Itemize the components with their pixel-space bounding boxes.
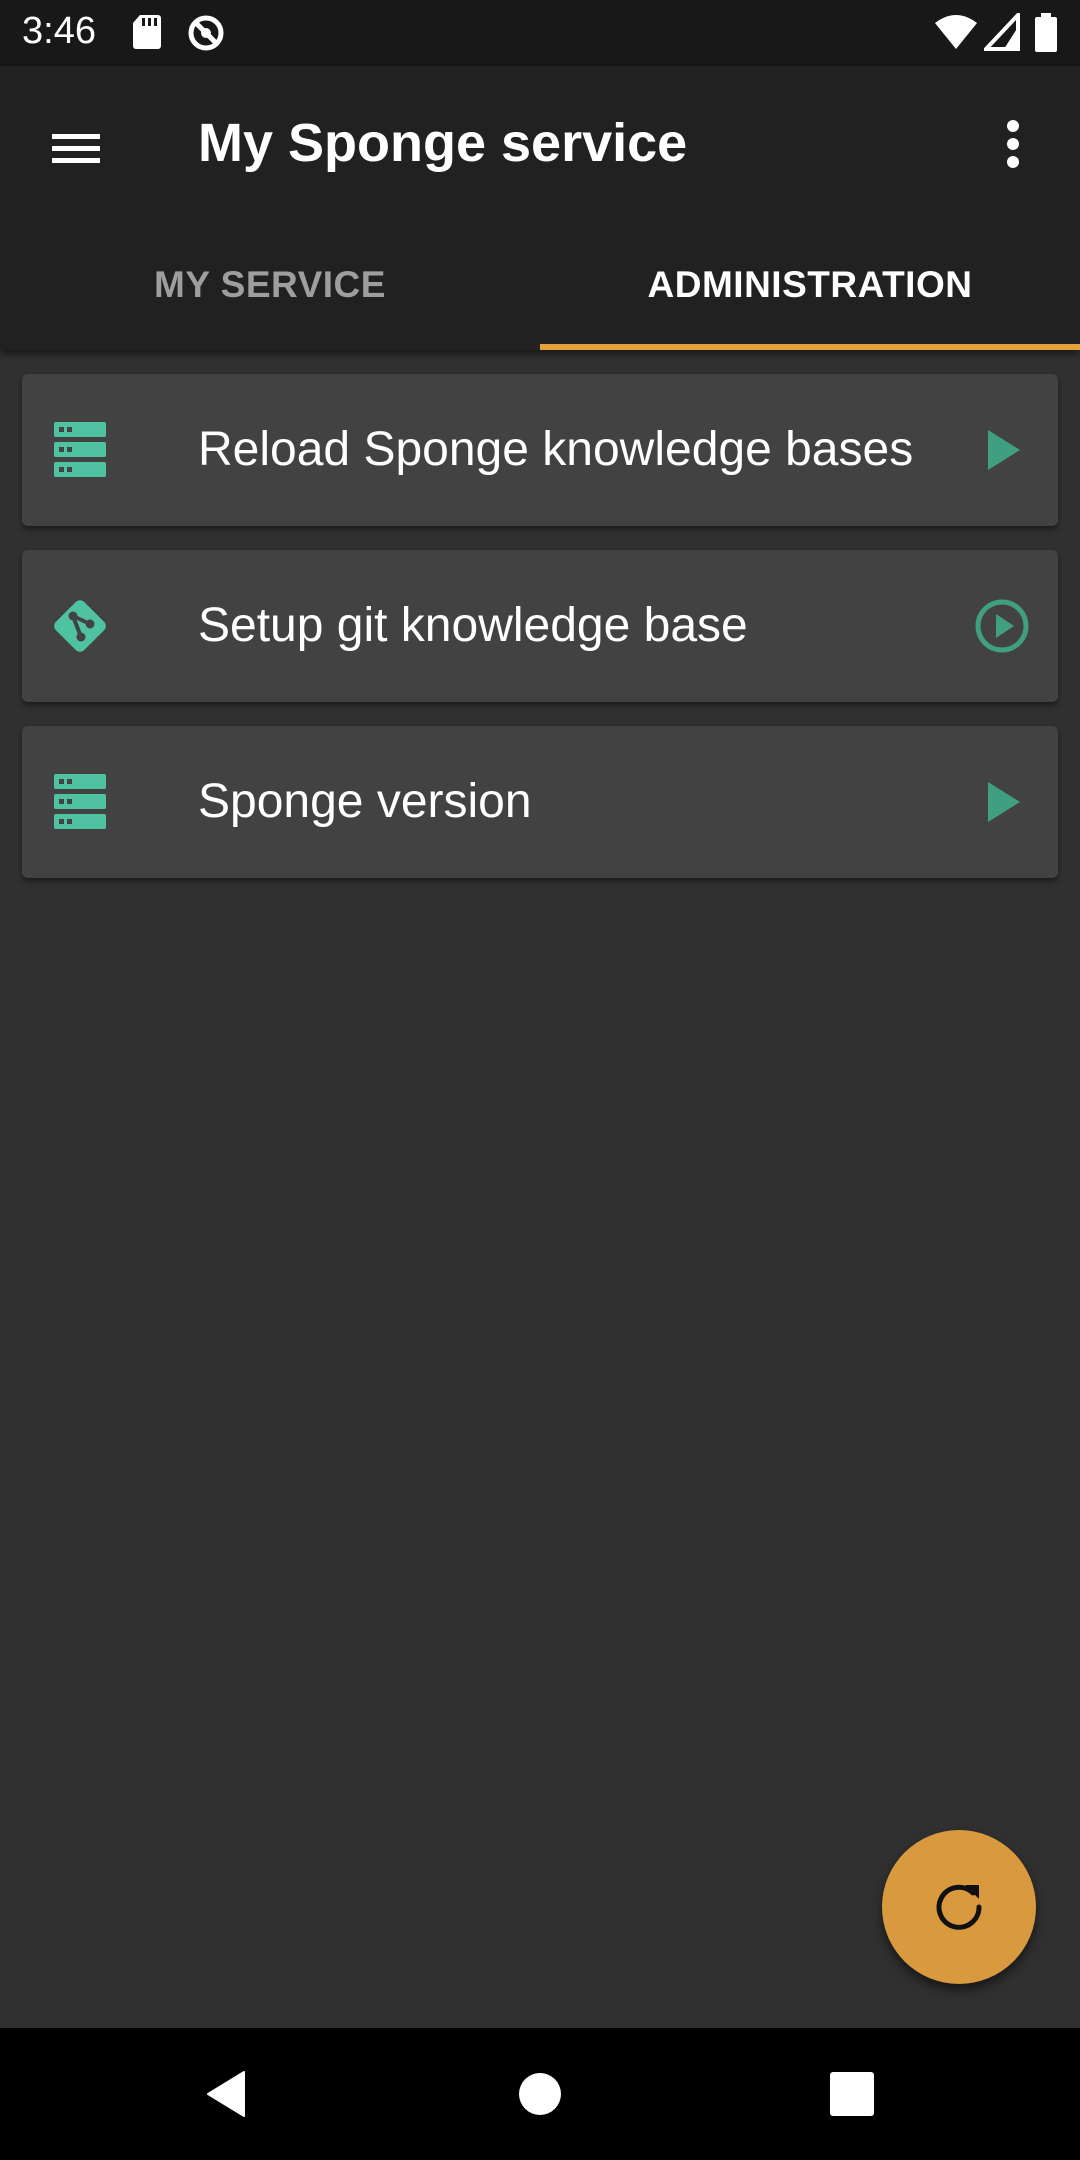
wifi-icon (934, 13, 978, 56)
battery-icon (1034, 13, 1058, 58)
navigation-bar (0, 2028, 1080, 2160)
server-icon (48, 418, 112, 482)
action-label: Reload Sponge knowledge bases (198, 423, 914, 476)
more-vert-icon[interactable] (988, 114, 1038, 174)
signal-icon (981, 9, 1020, 56)
tab-indicator (540, 344, 1080, 350)
hamburger-menu-icon[interactable] (46, 118, 106, 178)
refresh-button[interactable] (882, 1830, 1036, 1984)
tab-administration[interactable]: ADMINISTRATION (540, 220, 1080, 350)
tab-my-service[interactable]: MY SERVICE (0, 220, 540, 350)
sd-card-icon (132, 13, 162, 56)
git-icon (48, 594, 112, 658)
refresh-icon (936, 1884, 982, 1930)
home-icon[interactable] (510, 2064, 570, 2124)
app-bar: My Sponge service MY SERVICE ADMINISTRAT… (0, 66, 1080, 350)
action-label: Setup git knowledge base (198, 599, 748, 652)
action-card-sponge-version[interactable]: Sponge version (22, 726, 1058, 878)
server-icon (48, 770, 112, 834)
play-arrow-icon[interactable] (970, 418, 1034, 482)
page-title: My Sponge service (198, 113, 688, 173)
back-icon[interactable] (196, 2064, 256, 2124)
status-bar: 3:46 (0, 0, 1080, 66)
status-time: 3:46 (22, 10, 96, 52)
action-label: Sponge version (198, 775, 532, 828)
recents-icon[interactable] (822, 2064, 882, 2124)
play-arrow-icon[interactable] (970, 770, 1034, 834)
action-card-reload-knowledge-bases[interactable]: Reload Sponge knowledge bases (22, 374, 1058, 526)
action-card-setup-git-knowledge-base[interactable]: Setup git knowledge base (22, 550, 1058, 702)
play-circle-outline-icon[interactable] (970, 594, 1034, 658)
sync-icon (186, 13, 226, 58)
